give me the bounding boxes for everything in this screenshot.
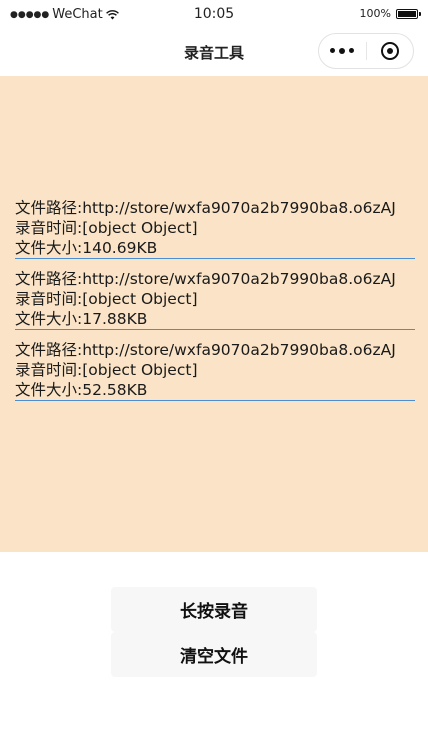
- hold-to-record-button[interactable]: 长按录音: [111, 587, 317, 632]
- battery-percent: 100%: [359, 7, 391, 20]
- record-item[interactable]: 文件路径:http://store/wxfa9070a2b7990ba8.o6z…: [15, 269, 415, 330]
- more-button[interactable]: [319, 34, 366, 68]
- record-size: 文件大小:52.58KB: [15, 381, 148, 399]
- menu-capsule: [318, 33, 414, 69]
- record-time: 录音时间:[object Object]: [15, 361, 198, 379]
- clear-files-button[interactable]: 清空文件: [111, 632, 317, 677]
- nav-bar: 录音工具: [0, 28, 428, 76]
- more-dots-icon: [330, 48, 355, 54]
- close-circle-icon: [380, 42, 399, 60]
- action-buttons: 长按录音 清空文件: [0, 552, 428, 677]
- record-path: 文件路径:http://store/wxfa9070a2b7990ba8.o6z…: [15, 199, 396, 217]
- battery-icon: [396, 8, 421, 19]
- record-size: 文件大小:140.69KB: [15, 239, 158, 257]
- record-path: 文件路径:http://store/wxfa9070a2b7990ba8.o6z…: [15, 270, 396, 288]
- status-bar: ●●●●● WeChat 10:05 100%: [0, 0, 428, 28]
- record-size: 文件大小:17.88KB: [15, 310, 148, 328]
- record-time: 录音时间:[object Object]: [15, 219, 198, 237]
- records-list: 文件路径:http://store/wxfa9070a2b7990ba8.o6z…: [0, 76, 428, 552]
- battery-indicator: 100%: [359, 7, 421, 20]
- close-button[interactable]: [367, 34, 414, 68]
- record-item[interactable]: 文件路径:http://store/wxfa9070a2b7990ba8.o6z…: [15, 198, 415, 259]
- record-item[interactable]: 文件路径:http://store/wxfa9070a2b7990ba8.o6z…: [15, 340, 415, 401]
- record-time: 录音时间:[object Object]: [15, 290, 198, 308]
- record-path: 文件路径:http://store/wxfa9070a2b7990ba8.o6z…: [15, 341, 396, 359]
